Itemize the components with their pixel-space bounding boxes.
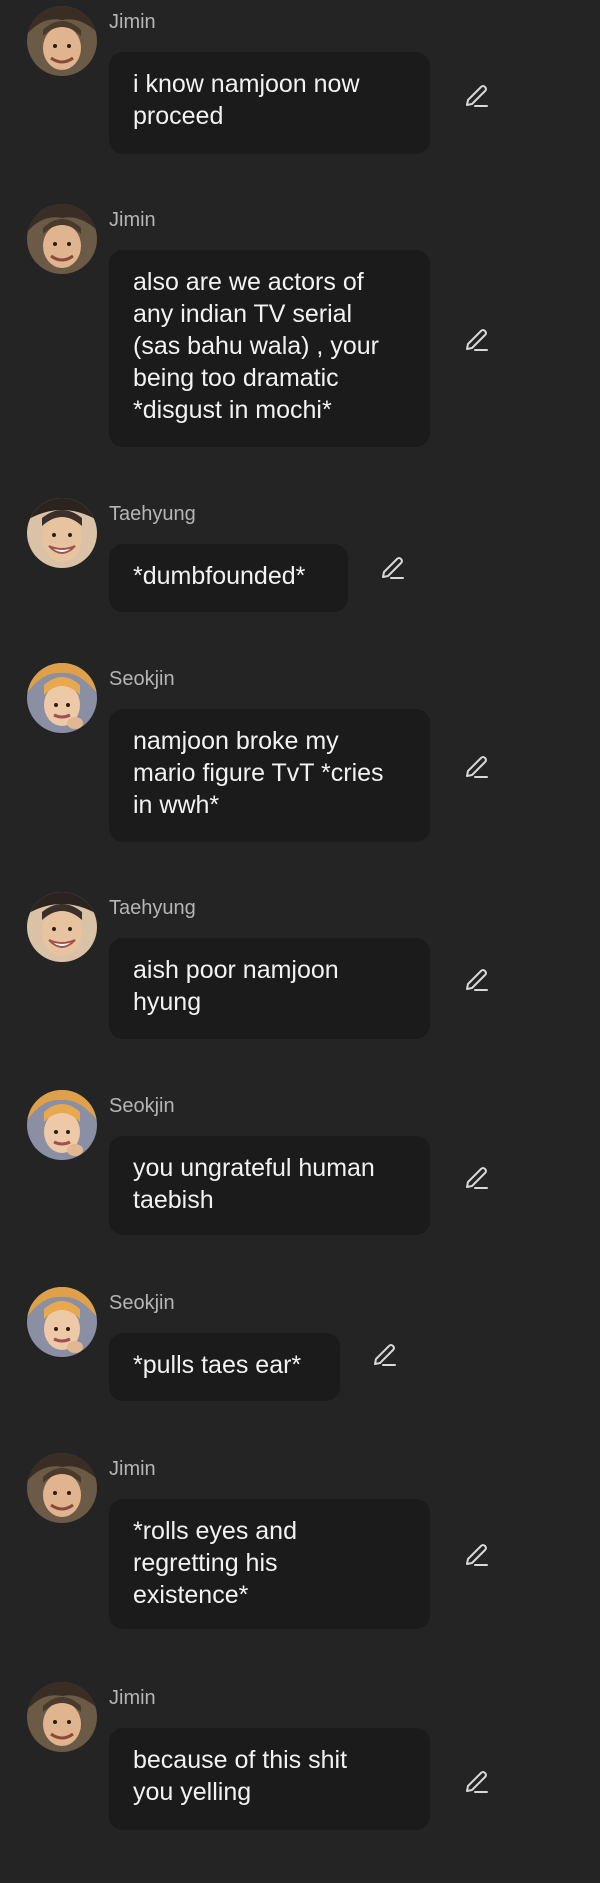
edit-icon[interactable]	[462, 964, 492, 994]
edit-icon[interactable]	[370, 1339, 400, 1369]
jimin-avatar[interactable]	[27, 1453, 97, 1523]
sender-name: Taehyung	[109, 897, 196, 919]
seokjin-avatar[interactable]	[27, 1287, 97, 1357]
sender-name: Seokjin	[109, 668, 175, 690]
sender-name: Jimin	[109, 11, 156, 33]
sender-name: Jimin	[109, 1458, 156, 1480]
message-bubble: because of this shit you yelling	[109, 1728, 430, 1830]
seokjin-avatar[interactable]	[27, 663, 97, 733]
edit-icon[interactable]	[462, 1539, 492, 1569]
jimin-avatar[interactable]	[27, 1682, 97, 1752]
taehyung-avatar[interactable]	[27, 498, 97, 568]
message-bubble: also are we actors of any indian TV seri…	[109, 250, 430, 447]
taehyung-avatar[interactable]	[27, 892, 97, 962]
edit-icon[interactable]	[462, 1162, 492, 1192]
edit-icon[interactable]	[462, 751, 492, 781]
sender-name: Jimin	[109, 209, 156, 231]
edit-icon[interactable]	[462, 1766, 492, 1796]
message-bubble: *rolls eyes and regretting his existence…	[109, 1499, 430, 1629]
seokjin-avatar[interactable]	[27, 1090, 97, 1160]
sender-name: Seokjin	[109, 1292, 175, 1314]
edit-icon[interactable]	[378, 552, 408, 582]
message-bubble: i know namjoon now proceed	[109, 52, 430, 154]
edit-icon[interactable]	[462, 80, 492, 110]
message-bubble: *pulls taes ear*	[109, 1333, 340, 1401]
sender-name: Seokjin	[109, 1095, 175, 1117]
message-bubble: you ungrateful human taebish	[109, 1136, 430, 1235]
jimin-avatar[interactable]	[27, 204, 97, 274]
message-bubble: *dumbfounded*	[109, 544, 348, 612]
message-bubble: namjoon broke my mario figure TvT *cries…	[109, 709, 430, 842]
jimin-avatar[interactable]	[27, 6, 97, 76]
sender-name: Jimin	[109, 1687, 156, 1709]
sender-name: Taehyung	[109, 503, 196, 525]
message-bubble: aish poor namjoon hyung	[109, 938, 430, 1039]
edit-icon[interactable]	[462, 324, 492, 354]
